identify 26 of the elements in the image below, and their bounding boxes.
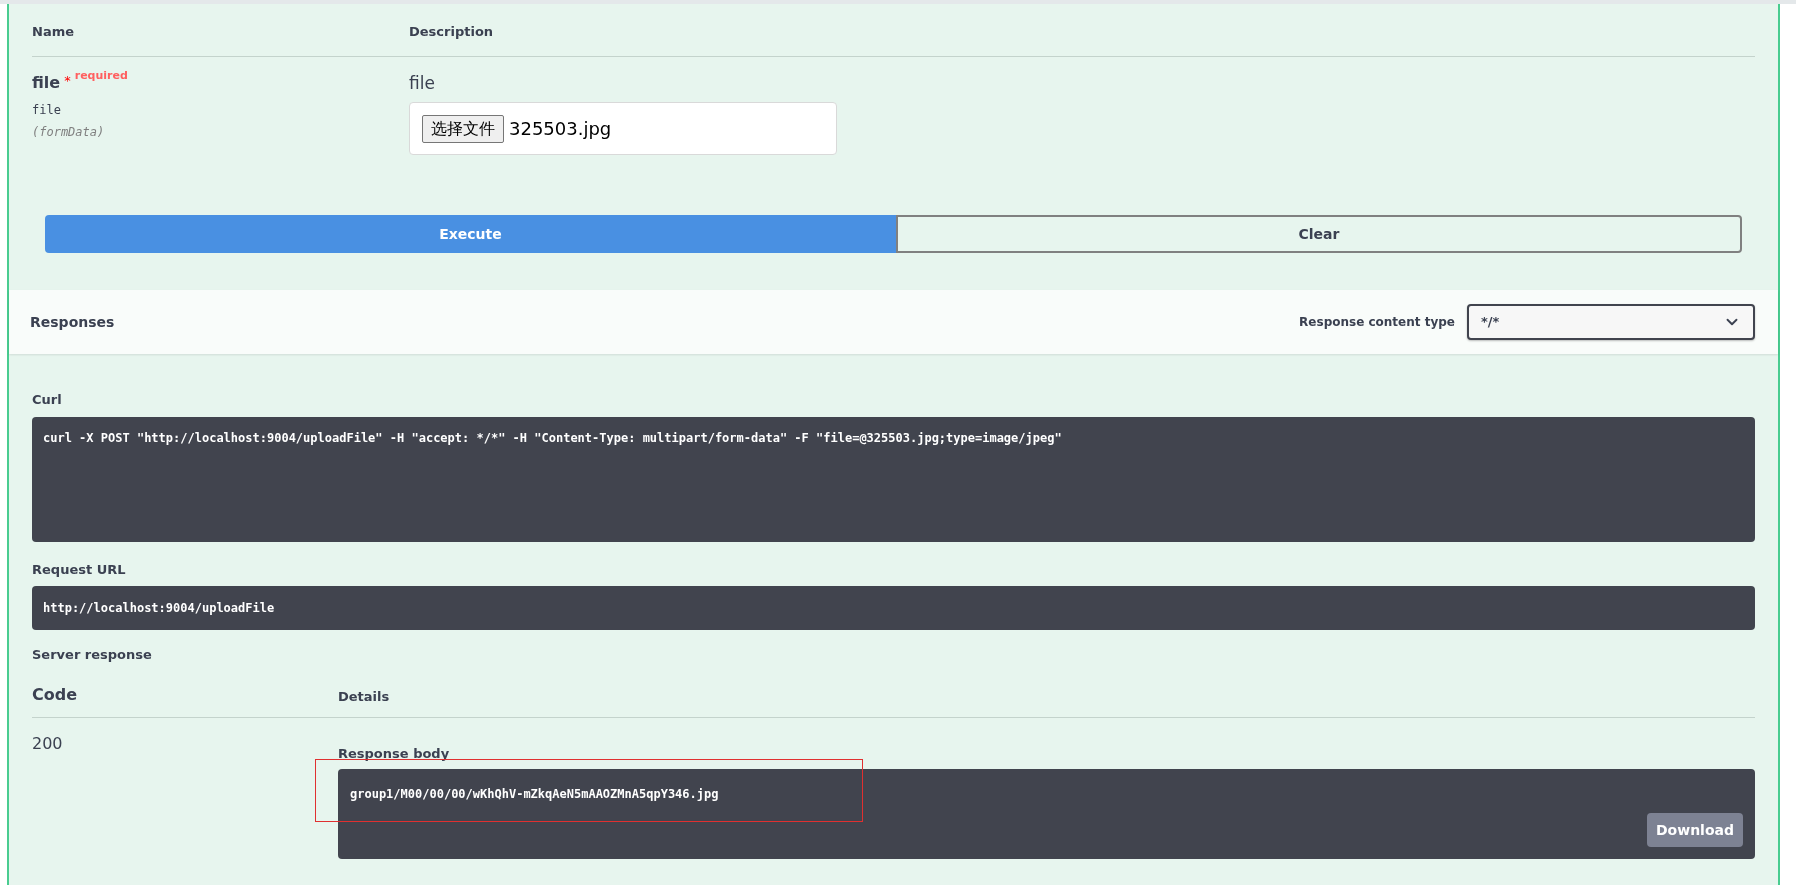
download-button[interactable]: Download bbox=[1646, 813, 1743, 847]
section-title: Responses bbox=[30, 312, 115, 332]
clear-button[interactable]: Clear bbox=[896, 215, 1742, 253]
file-input[interactable]: 选择文件 325503.jpg bbox=[409, 102, 837, 155]
parameter-type: file bbox=[32, 101, 62, 119]
parameter-location: (formData) bbox=[32, 123, 106, 141]
curl-block: curl -X POST "http://localhost:9004/uploadFile" -H "accept: */*" -H "Content-Type: multipart/form-data" -F "file=@325503.jpg;type=image/jpeg" bbox=[32, 416, 1755, 542]
choose-file-button[interactable]: 选择文件 bbox=[422, 114, 504, 143]
parameter-name: file bbox=[32, 71, 61, 94]
section-label: Request URL bbox=[32, 560, 127, 579]
section-label: Response body bbox=[338, 744, 451, 763]
parameter-description: file bbox=[409, 71, 436, 95]
column-header: Details bbox=[338, 688, 390, 706]
column-header: Code bbox=[32, 683, 79, 706]
request-url-block: http://localhost:9004/uploadFile bbox=[32, 586, 1755, 630]
response-body-text: group1/M00/00/00/wKhQhV-mZkqAeN5mAAOZMnA5qpY346.jpg bbox=[350, 787, 719, 801]
section-label: Server response bbox=[32, 646, 153, 664]
content-type-select[interactable]: */* bbox=[1467, 304, 1755, 340]
required-mark: * bbox=[64, 71, 71, 90]
column-header: Description bbox=[409, 23, 494, 41]
file-name: 325503.jpg bbox=[509, 117, 612, 141]
status-code: 200 bbox=[32, 732, 64, 755]
column-header: Name bbox=[32, 23, 75, 41]
required-label: required bbox=[74, 67, 128, 84]
content-type-label: Response content type bbox=[1299, 314, 1455, 331]
section-label: Curl bbox=[32, 391, 63, 409]
